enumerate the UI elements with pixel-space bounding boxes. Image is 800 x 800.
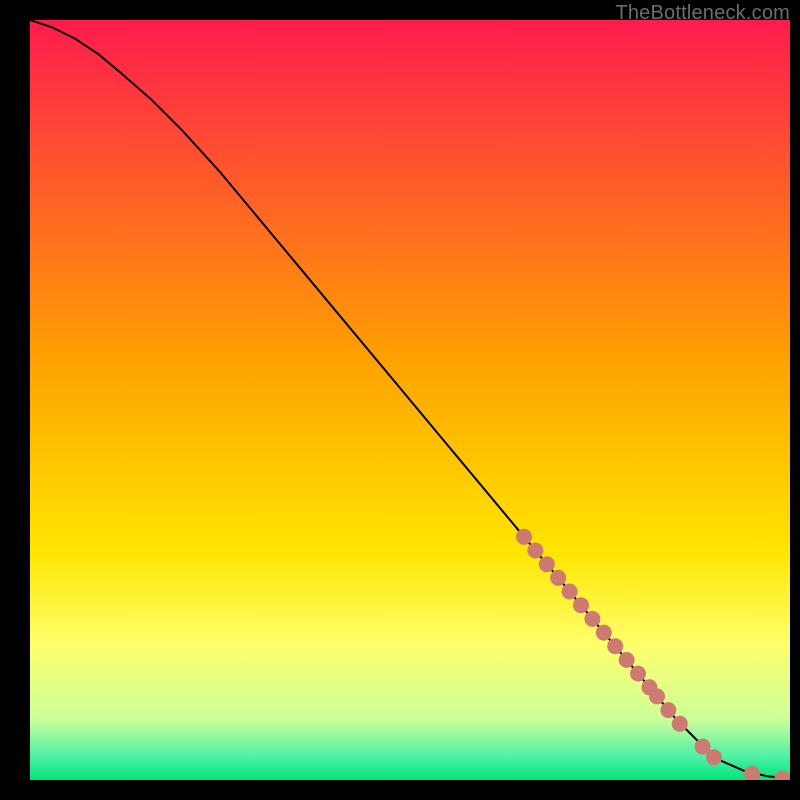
marker-dot xyxy=(660,702,676,718)
marker-dot xyxy=(562,584,578,600)
marker-dot xyxy=(607,638,623,654)
chart-svg xyxy=(30,20,790,780)
marker-dot xyxy=(527,543,543,559)
marker-dot xyxy=(516,529,532,545)
marker-dot xyxy=(596,625,612,641)
marker-dot xyxy=(584,611,600,627)
marker-dot xyxy=(706,749,722,765)
marker-dot xyxy=(619,652,635,668)
marker-dot xyxy=(550,570,566,586)
marker-dot xyxy=(630,666,646,682)
marker-dot xyxy=(649,688,665,704)
marker-dot xyxy=(539,556,555,572)
marker-dot xyxy=(573,597,589,613)
chart-stage: TheBottleneck.com xyxy=(0,0,800,800)
marker-dot xyxy=(672,716,688,732)
watermark-text: TheBottleneck.com xyxy=(615,2,790,25)
